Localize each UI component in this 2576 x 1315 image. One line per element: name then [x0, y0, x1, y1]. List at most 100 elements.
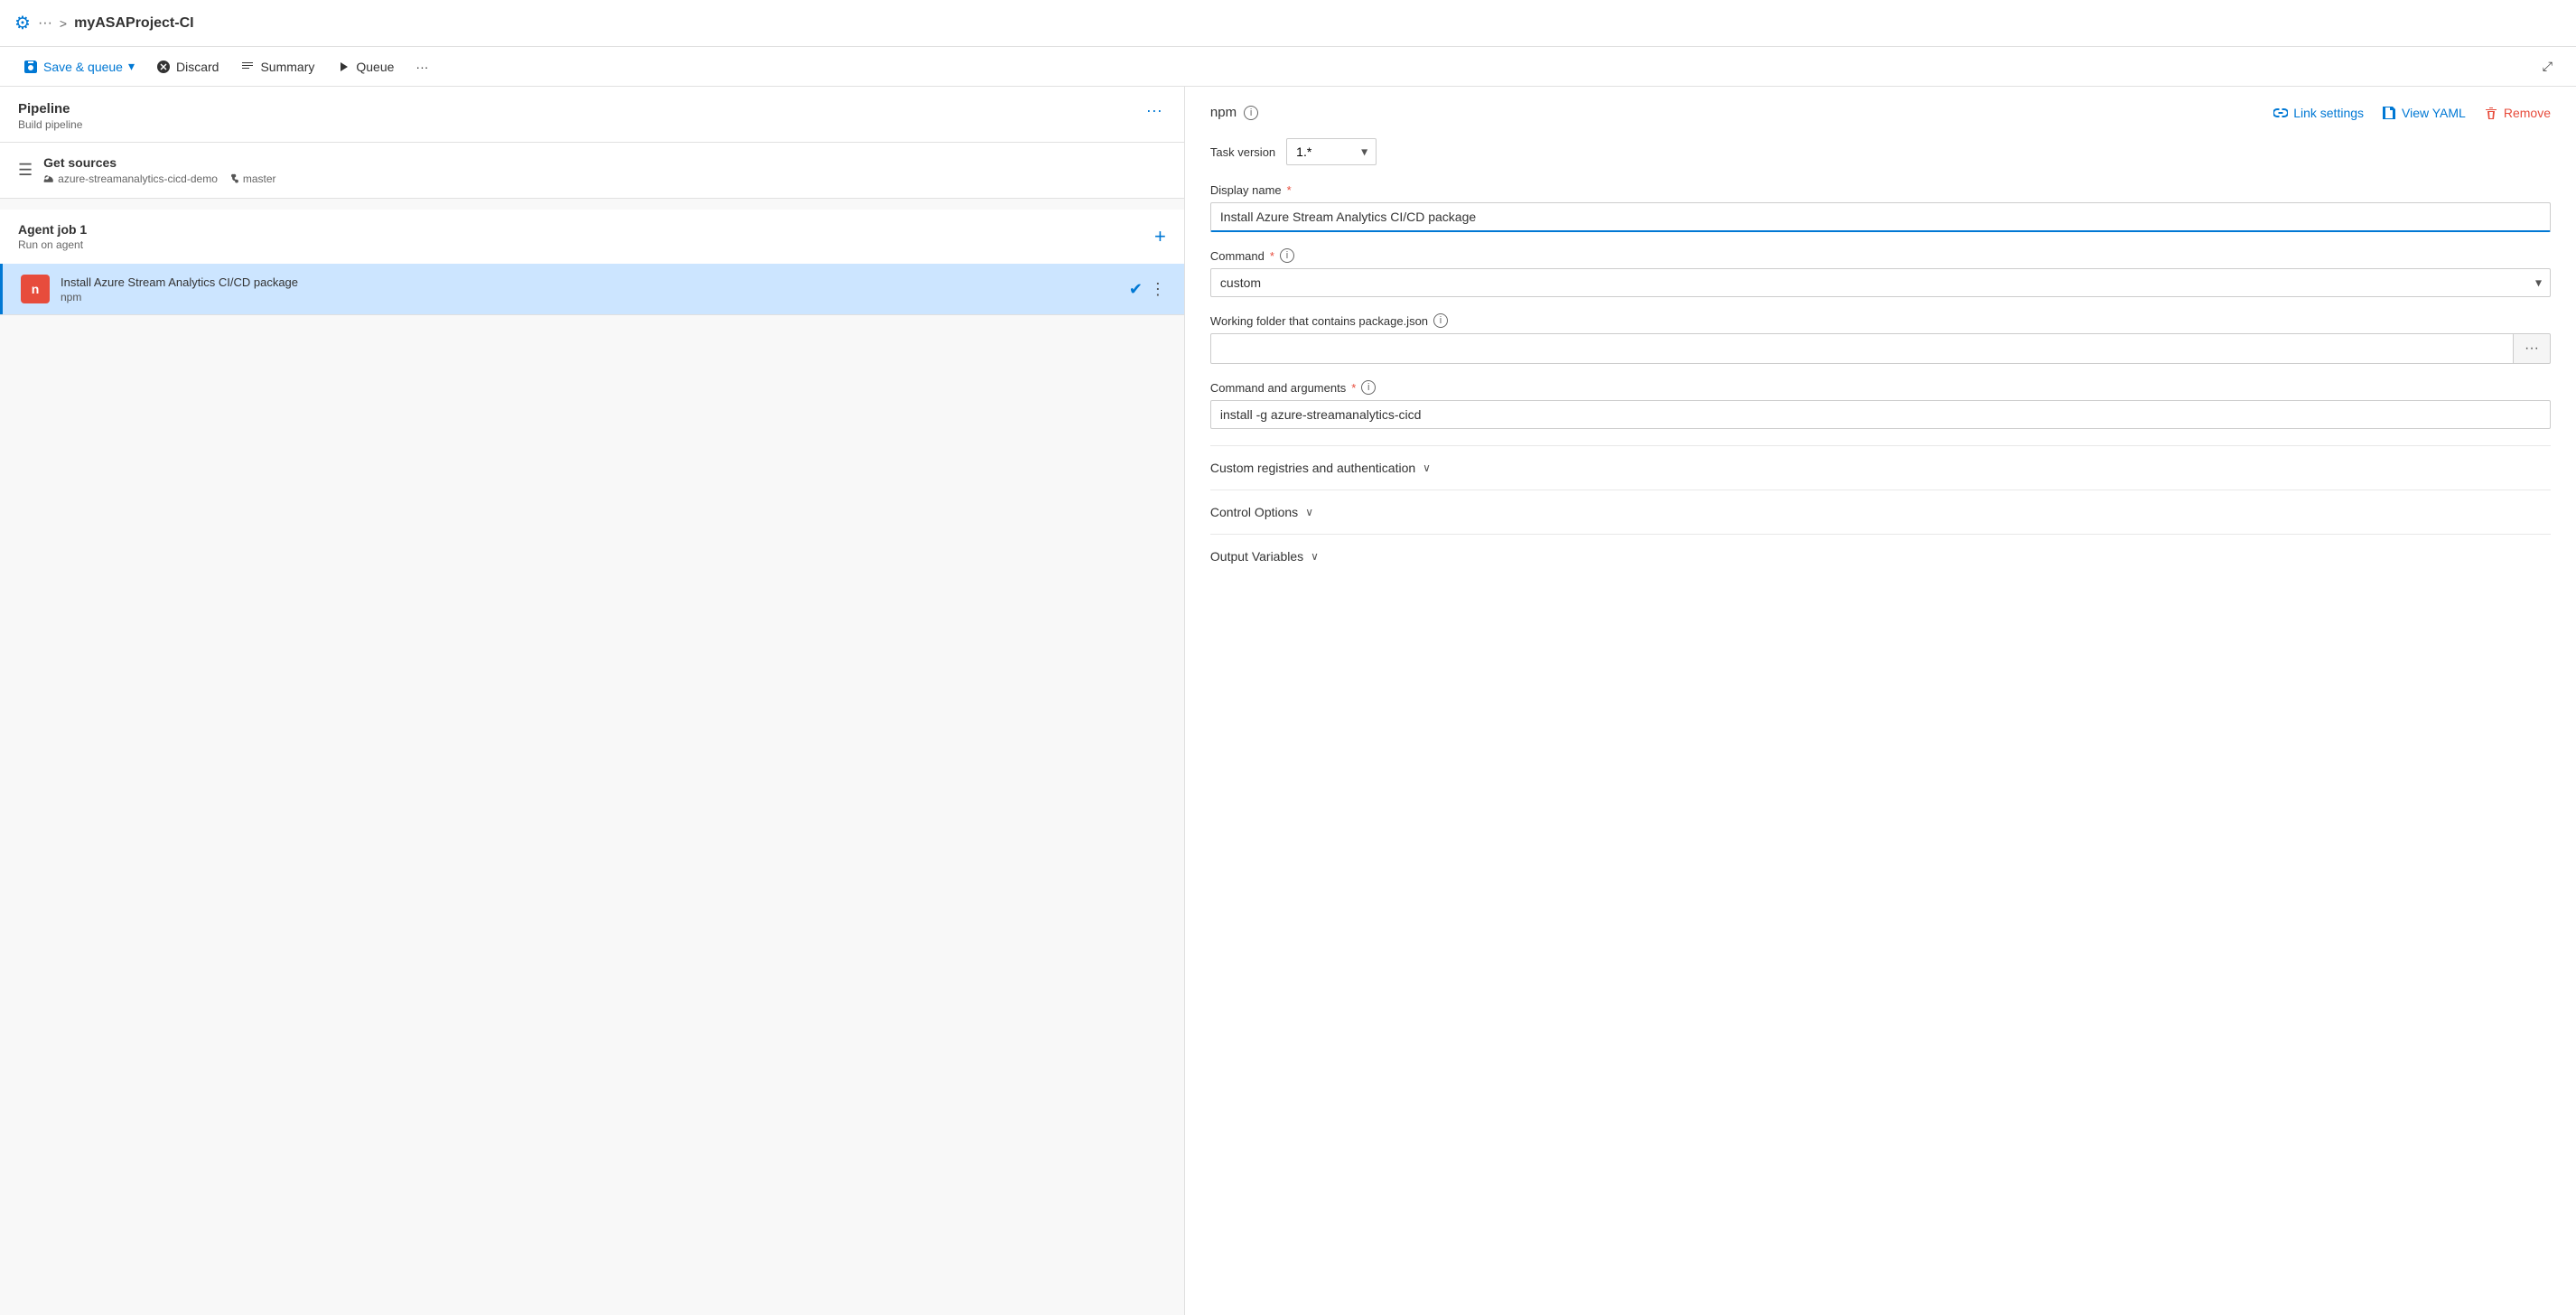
npm-title-text: npm [1210, 105, 1237, 120]
display-name-row: Display name * [1210, 183, 2551, 232]
link-settings-label: Link settings [2293, 106, 2364, 120]
custom-registries-chevron: ∨ [1423, 462, 1431, 474]
command-select-wrapper: install custom publish ci ▾ [1210, 268, 2551, 297]
link-icon [2273, 106, 2288, 120]
more-options-button[interactable]: ··· [406, 54, 437, 79]
command-label: Command * i [1210, 248, 2551, 263]
agent-job-info: Agent job 1 Run on agent [18, 222, 87, 251]
working-folder-row: Working folder that contains package.jso… [1210, 313, 2551, 364]
task-actions: ✔ ⋮ [1129, 280, 1166, 299]
pipeline-title: Pipeline [18, 101, 82, 117]
task-version-label: Task version [1210, 145, 1275, 159]
working-folder-input-group: ··· [1210, 333, 2551, 364]
remove-button[interactable]: Remove [2484, 106, 2551, 120]
working-folder-info-icon[interactable]: i [1433, 313, 1448, 328]
agent-job-section: Agent job 1 Run on agent + n Install Azu… [0, 210, 1184, 315]
agent-job-subtitle: Run on agent [18, 238, 87, 251]
display-name-input[interactable] [1210, 202, 2551, 232]
agent-job-title: Agent job 1 [18, 222, 87, 237]
task-check-icon: ✔ [1129, 280, 1143, 299]
repo-info: azure-streamanalytics-cicd-demo [43, 173, 218, 185]
save-queue-chevron: ▾ [128, 59, 135, 74]
task-version-select[interactable]: 1.* [1286, 138, 1377, 165]
npm-header: npm i Link settings View YAML Remove [1210, 105, 2551, 120]
discard-label: Discard [176, 60, 219, 74]
npm-task-icon: n [21, 275, 50, 303]
task-version-row: Task version 1.* ▾ [1210, 138, 2551, 165]
app-icon: ⚙ [14, 12, 31, 34]
custom-registries-section: Custom registries and authentication ∨ [1210, 445, 2551, 490]
custom-registries-toggle[interactable]: Custom registries and authentication ∨ [1210, 461, 1431, 475]
repo-icon [43, 173, 54, 184]
output-variables-section: Output Variables ∨ [1210, 534, 2551, 578]
branch-info: master [229, 173, 276, 185]
view-yaml-button[interactable]: View YAML [2382, 106, 2466, 120]
more-dots-label: ··· [415, 60, 428, 74]
get-sources-section: ☰ Get sources azure-streamanalytics-cicd… [0, 143, 1184, 199]
control-options-toggle[interactable]: Control Options ∨ [1210, 505, 1313, 519]
summary-label: Summary [260, 60, 314, 74]
display-name-label: Display name * [1210, 183, 2551, 197]
queue-label: Queue [356, 60, 394, 74]
command-info-icon[interactable]: i [1280, 248, 1294, 263]
task-info: Install Azure Stream Analytics CI/CD pac… [61, 275, 1118, 303]
task-item[interactable]: n Install Azure Stream Analytics CI/CD p… [0, 264, 1184, 314]
task-name: Install Azure Stream Analytics CI/CD pac… [61, 275, 1118, 289]
working-folder-label: Working folder that contains package.jso… [1210, 313, 2551, 328]
pipeline-info: Pipeline Build pipeline [18, 101, 82, 131]
right-panel: npm i Link settings View YAML Remove [1185, 87, 2576, 1315]
agent-job-header: Agent job 1 Run on agent + [0, 210, 1184, 264]
output-variables-toggle[interactable]: Output Variables ∨ [1210, 549, 1319, 564]
command-select[interactable]: install custom publish ci [1210, 268, 2551, 297]
npm-info-icon[interactable]: i [1244, 106, 1258, 120]
expand-button[interactable]: ⤢ [2534, 53, 2562, 79]
get-sources-meta: azure-streamanalytics-cicd-demo master [43, 173, 275, 185]
toolbar: Save & queue ▾ Discard Summary Queue ···… [0, 47, 2576, 87]
remove-label: Remove [2504, 106, 2551, 120]
control-options-chevron: ∨ [1305, 506, 1313, 518]
save-icon [23, 60, 38, 74]
command-args-row: Command and arguments * i [1210, 380, 2551, 429]
command-args-input[interactable] [1210, 400, 2551, 429]
command-args-label: Command and arguments * i [1210, 380, 2551, 395]
pipeline-subtitle: Build pipeline [18, 118, 82, 131]
top-bar-more-button[interactable]: ··· [38, 15, 52, 32]
queue-icon [336, 60, 350, 74]
add-task-button[interactable]: + [1154, 225, 1166, 248]
summary-button[interactable]: Summary [231, 54, 323, 79]
output-variables-label: Output Variables [1210, 549, 1303, 564]
main-layout: Pipeline Build pipeline ··· ☰ Get source… [0, 87, 2576, 1315]
pipeline-header: Pipeline Build pipeline ··· [0, 87, 1184, 143]
command-args-info-icon[interactable]: i [1361, 380, 1376, 395]
link-settings-button[interactable]: Link settings [2273, 106, 2364, 120]
page-title: myASAProject-CI [74, 15, 193, 32]
npm-title-area: npm i [1210, 105, 1258, 120]
command-args-required: * [1351, 381, 1356, 395]
branch-icon [229, 173, 239, 184]
breadcrumb-chevron: > [60, 16, 67, 31]
yaml-icon [2382, 106, 2396, 120]
expand-icon: ⤢ [2543, 59, 2553, 74]
top-bar: ⚙ ··· > myASAProject-CI [0, 0, 2576, 47]
display-name-required: * [1287, 183, 1292, 197]
version-select-wrapper: 1.* ▾ [1286, 138, 1377, 165]
get-sources-icon: ☰ [18, 161, 33, 180]
command-row: Command * i install custom publish ci ▾ [1210, 248, 2551, 297]
get-sources-title: Get sources [43, 155, 275, 170]
save-queue-label: Save & queue [43, 60, 123, 74]
working-folder-browse-button[interactable]: ··· [2514, 333, 2551, 364]
repo-name: azure-streamanalytics-cicd-demo [58, 173, 218, 185]
branch-name: master [243, 173, 276, 185]
discard-button[interactable]: Discard [147, 54, 228, 79]
npm-actions: Link settings View YAML Remove [2273, 106, 2551, 120]
discard-icon [156, 60, 171, 74]
task-type: npm [61, 291, 1118, 303]
queue-button[interactable]: Queue [327, 54, 403, 79]
working-folder-input[interactable] [1210, 333, 2514, 364]
summary-icon [240, 60, 255, 74]
output-variables-chevron: ∨ [1311, 550, 1319, 563]
save-queue-button[interactable]: Save & queue ▾ [14, 53, 144, 79]
task-menu-button[interactable]: ⋮ [1150, 280, 1166, 299]
pipeline-more-button[interactable]: ··· [1143, 101, 1166, 120]
control-options-label: Control Options [1210, 505, 1298, 519]
